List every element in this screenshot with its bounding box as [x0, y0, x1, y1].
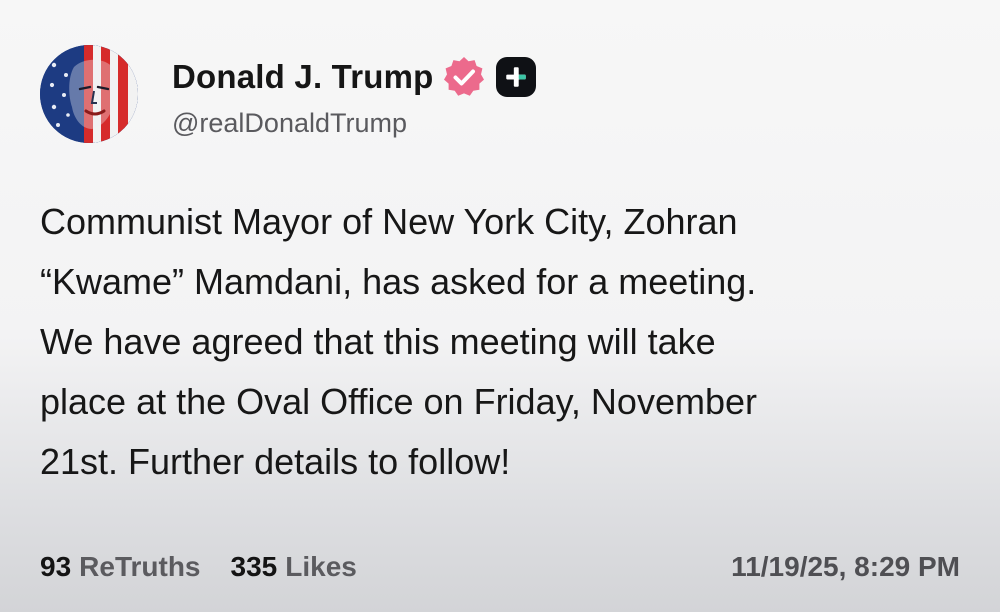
post-body-line: “Kwame” Mamdani, has asked for a meeting…	[40, 261, 757, 302]
post-footer: 93 ReTruths 335 Likes 11/19/25, 8:29 PM	[40, 545, 960, 589]
post-body-line: We have agreed that this meeting will ta…	[40, 321, 716, 362]
post-body-line: Communist Mayor of New York City, Zohran	[40, 201, 738, 242]
author-name-row: Donald J. Trump	[172, 52, 536, 102]
retruths-count: 93	[40, 551, 72, 582]
post-timestamp[interactable]: 11/19/25, 8:29 PM	[731, 551, 960, 583]
post-body-line: 21st. Further details to follow!	[40, 441, 511, 482]
avatar[interactable]	[40, 45, 138, 143]
likes-label: Likes	[285, 551, 357, 582]
retruths-label: ReTruths	[79, 551, 201, 582]
verified-badge-icon	[443, 57, 484, 96]
author-handle[interactable]: @realDonaldTrump	[172, 108, 407, 139]
retruths-stat[interactable]: 93 ReTruths	[40, 551, 201, 583]
likes-stat[interactable]: 335 Likes	[231, 551, 357, 583]
plus-badge-icon	[495, 57, 536, 97]
likes-count: 335	[230, 551, 278, 582]
author-display-name[interactable]: Donald J. Trump	[172, 58, 434, 96]
truth-social-post: Donald J. Trump @realDonaldTrump Communi…	[0, 0, 1000, 612]
post-body-line: place at the Oval Office on Friday, Nove…	[40, 381, 757, 422]
post-body: Communist Mayor of New York City, Zohran…	[40, 192, 970, 492]
avatar-flag-portrait-icon	[40, 45, 138, 143]
